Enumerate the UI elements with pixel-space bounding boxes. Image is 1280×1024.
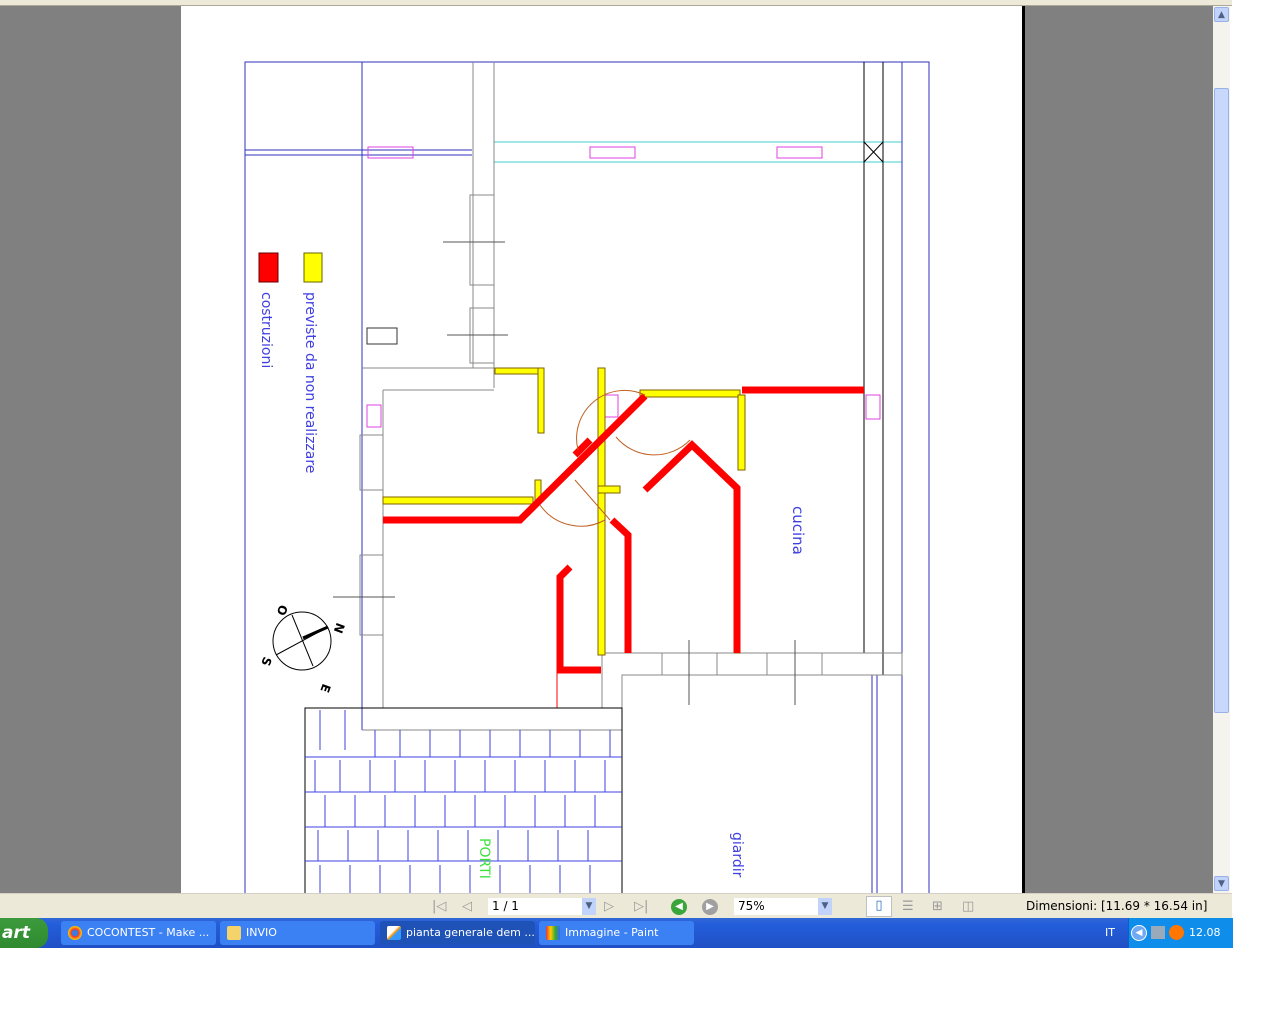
dimensions-label: Dimensioni: [11.69 * 16.54 in]: [1026, 899, 1208, 913]
language-indicator[interactable]: IT: [1105, 918, 1115, 948]
room-label-cucina: cucina: [789, 506, 807, 555]
previous-page-icon[interactable]: ◁: [462, 898, 472, 915]
compass-north: N: [331, 621, 348, 635]
chevron-left-icon[interactable]: ◀: [1131, 925, 1147, 941]
vertical-scrollbar[interactable]: ▲ ▼: [1213, 6, 1230, 893]
room-label-portico: PORTI: [476, 838, 492, 879]
task-label: Immagine - Paint: [565, 926, 659, 939]
paint-icon: [546, 926, 560, 940]
portico-tiles: [304, 707, 623, 893]
folder-icon: [227, 926, 241, 940]
viewer-bottom-toolbar: |◁ ◁ 1 / 1 ▼ ▷ ▷| ◀ ▶ 75% ▼ ▯ ☰ ⊞ ◫ Dime…: [0, 893, 1232, 919]
task-label: COCONTEST - Make ...: [87, 926, 210, 939]
task-paint[interactable]: Immagine - Paint: [539, 921, 694, 945]
task-folder[interactable]: INVIO: [220, 921, 375, 945]
page-number-value: 1 / 1: [492, 899, 519, 913]
document-viewer[interactable]: costruzioni previste da non realizzare O…: [0, 6, 1213, 893]
next-page-icon[interactable]: ▷: [604, 898, 614, 915]
start-button[interactable]: art: [0, 918, 48, 948]
floor-plan-drawing: costruzioni previste da non realizzare O…: [244, 61, 930, 893]
task-pdf-viewer[interactable]: pianta generale dem ...: [380, 921, 535, 945]
page-number-field[interactable]: 1 / 1 ▼: [488, 898, 596, 915]
legend-label-costruzioni: costruzioni: [258, 292, 274, 368]
legend-swatch-red: [258, 252, 279, 283]
scroll-down-button[interactable]: ▼: [1214, 876, 1229, 891]
compass-east: E: [317, 682, 333, 694]
compass: O N S E: [258, 603, 347, 694]
zoom-value: 75%: [738, 899, 765, 913]
forward-icon[interactable]: ▶: [702, 899, 718, 915]
app-tray-icon[interactable]: [1169, 925, 1184, 940]
first-page-icon[interactable]: |◁: [432, 898, 446, 915]
chevron-down-icon[interactable]: ▼: [818, 898, 832, 915]
system-tray: ◀ 12.08: [1128, 918, 1233, 948]
plan-border: [244, 61, 930, 893]
document-icon: [387, 926, 401, 940]
legend-label-previste: previste da non realizzare: [302, 292, 318, 473]
task-label: INVIO: [246, 926, 277, 939]
room-label-giardino: giardir: [729, 832, 745, 878]
task-label: pianta generale dem ...: [406, 926, 535, 939]
facing-view-icon[interactable]: ◫: [962, 898, 974, 915]
chrome-icon: [68, 926, 82, 940]
scroll-thumb[interactable]: [1214, 88, 1229, 713]
network-icon[interactable]: [1151, 926, 1165, 939]
last-page-icon[interactable]: ▷|: [634, 898, 648, 915]
single-page-view-icon[interactable]: ▯: [866, 896, 892, 917]
clock: 12.08: [1189, 926, 1221, 939]
grid-view-icon[interactable]: ⊞: [932, 898, 943, 915]
chevron-down-icon[interactable]: ▼: [582, 898, 596, 915]
back-icon[interactable]: ◀: [671, 899, 687, 915]
scroll-up-button[interactable]: ▲: [1214, 7, 1229, 22]
task-chrome[interactable]: COCONTEST - Make ...: [61, 921, 216, 945]
planned-walls: [382, 367, 746, 656]
legend-swatch-yellow: [303, 252, 323, 283]
legend: costruzioni previste da non realizzare: [258, 252, 323, 473]
compass-west: O: [274, 603, 291, 617]
continuous-view-icon[interactable]: ☰: [902, 898, 914, 915]
taskbar: art COCONTEST - Make ... INVIO pianta ge…: [0, 918, 1233, 948]
zoom-field[interactable]: 75% ▼: [734, 898, 832, 915]
compass-south: S: [258, 655, 274, 668]
